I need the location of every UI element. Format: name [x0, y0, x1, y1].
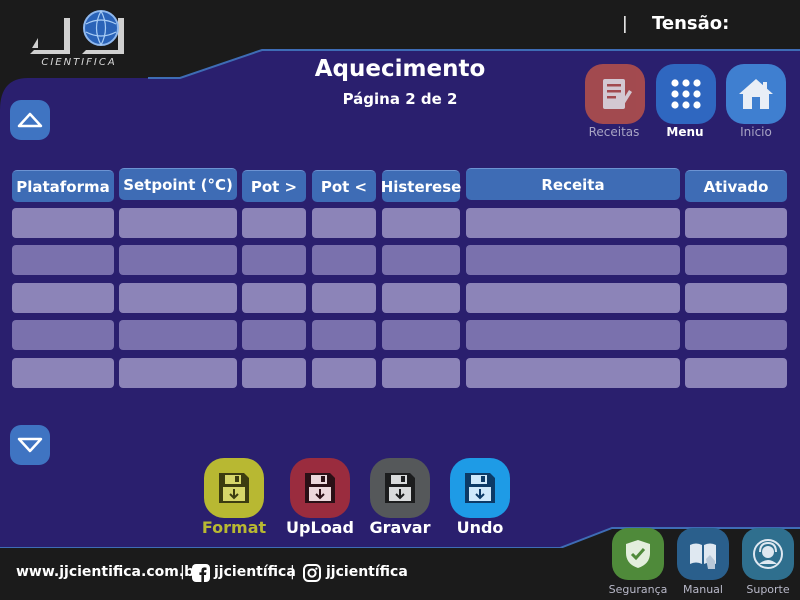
format-button[interactable]: [204, 458, 264, 518]
table-cell[interactable]: [12, 358, 114, 388]
recipes-label: Receitas: [588, 125, 640, 139]
table-cell[interactable]: [242, 245, 306, 275]
table-cell[interactable]: [466, 358, 680, 388]
floppy-icon: [385, 473, 415, 503]
save-button[interactable]: [370, 458, 430, 518]
table-cell[interactable]: [312, 358, 376, 388]
screen: CIENTIFICA | Tensão: Aquecimento Página …: [0, 0, 800, 600]
table-cell[interactable]: [382, 358, 460, 388]
table-cell[interactable]: [119, 320, 237, 350]
table-cell[interactable]: [12, 208, 114, 238]
support-button[interactable]: [742, 528, 794, 580]
table-cell[interactable]: [242, 320, 306, 350]
footer-separator: |: [180, 564, 185, 580]
instagram-link[interactable]: jjcientífica: [326, 564, 408, 580]
scroll-down-button[interactable]: [10, 425, 50, 465]
table-cell[interactable]: [685, 320, 787, 350]
table-cell[interactable]: [12, 320, 114, 350]
page-subtitle: Página 2 de 2: [342, 90, 458, 108]
tension-label: Tensão:: [652, 13, 730, 34]
shield-check-icon: [626, 540, 650, 568]
brand-subtitle: CIENTIFICA: [41, 57, 117, 68]
chevron-down-icon: [17, 437, 43, 453]
save-label: Gravar: [369, 518, 431, 537]
table-cell[interactable]: [685, 358, 787, 388]
header-hysteresis: Histerese: [381, 170, 461, 202]
format-label: Format: [201, 518, 267, 537]
header-setpoint: Setpoint (°C): [119, 168, 237, 200]
upload-button[interactable]: [290, 458, 350, 518]
security-button[interactable]: [612, 528, 664, 580]
header-platform: Plataforma: [12, 170, 114, 202]
undo-button[interactable]: [450, 458, 510, 518]
table-cell[interactable]: [382, 208, 460, 238]
security-label: Segurança: [608, 583, 668, 596]
footer-separator: |: [290, 564, 295, 580]
table-cell[interactable]: [12, 245, 114, 275]
table-cell[interactable]: [242, 358, 306, 388]
header-recipe: Receita: [466, 168, 680, 200]
manual-button[interactable]: [677, 528, 729, 580]
header-separator: |: [622, 14, 628, 34]
manual-label: Manual: [683, 583, 723, 596]
undo-label: Undo: [456, 518, 504, 537]
header-pot-greater: Pot >: [242, 170, 306, 202]
facebook-link[interactable]: jjcientífica: [214, 564, 296, 580]
facebook-icon: [192, 564, 210, 582]
table-cell[interactable]: [685, 245, 787, 275]
table-cell[interactable]: [685, 208, 787, 238]
instagram-icon: [303, 564, 321, 582]
website-link[interactable]: www.jjcientifica.com.br: [16, 564, 201, 580]
table-cell[interactable]: [466, 283, 680, 313]
table-cell[interactable]: [119, 208, 237, 238]
table-cell[interactable]: [382, 283, 460, 313]
table-cell[interactable]: [119, 358, 237, 388]
support-label: Suporte: [746, 583, 790, 596]
table-cell[interactable]: [119, 245, 237, 275]
upload-label: UpLoad: [286, 518, 354, 537]
table-cell[interactable]: [312, 245, 376, 275]
home-icon: [739, 79, 773, 109]
table-cell[interactable]: [312, 283, 376, 313]
support-icon: [753, 539, 783, 569]
table-cell[interactable]: [12, 283, 114, 313]
home-label: Inicio: [740, 125, 772, 139]
menu-button[interactable]: [656, 64, 716, 124]
header-activated: Ativado: [685, 170, 787, 202]
scroll-up-button[interactable]: [10, 100, 50, 140]
table-cell[interactable]: [466, 208, 680, 238]
table-cell[interactable]: [466, 245, 680, 275]
page-title: Aquecimento: [314, 56, 486, 82]
manual-icon: [690, 543, 716, 569]
table-cell[interactable]: [119, 283, 237, 313]
table-cell[interactable]: [466, 320, 680, 350]
floppy-icon: [219, 473, 249, 503]
table-cell[interactable]: [242, 208, 306, 238]
table-cell[interactable]: [312, 208, 376, 238]
chevron-up-icon: [17, 112, 43, 128]
floppy-icon: [305, 473, 335, 503]
recipe-icon: [603, 79, 632, 109]
table-cell[interactable]: [382, 245, 460, 275]
floppy-icon: [465, 473, 495, 503]
table-cell[interactable]: [685, 283, 787, 313]
table-cell[interactable]: [242, 283, 306, 313]
recipes-button[interactable]: [585, 64, 645, 124]
table-cell[interactable]: [382, 320, 460, 350]
table-cell[interactable]: [312, 320, 376, 350]
home-button[interactable]: [726, 64, 786, 124]
grid-menu-icon: [671, 79, 701, 109]
menu-label: Menu: [666, 125, 704, 139]
header-pot-less: Pot <: [312, 170, 376, 202]
